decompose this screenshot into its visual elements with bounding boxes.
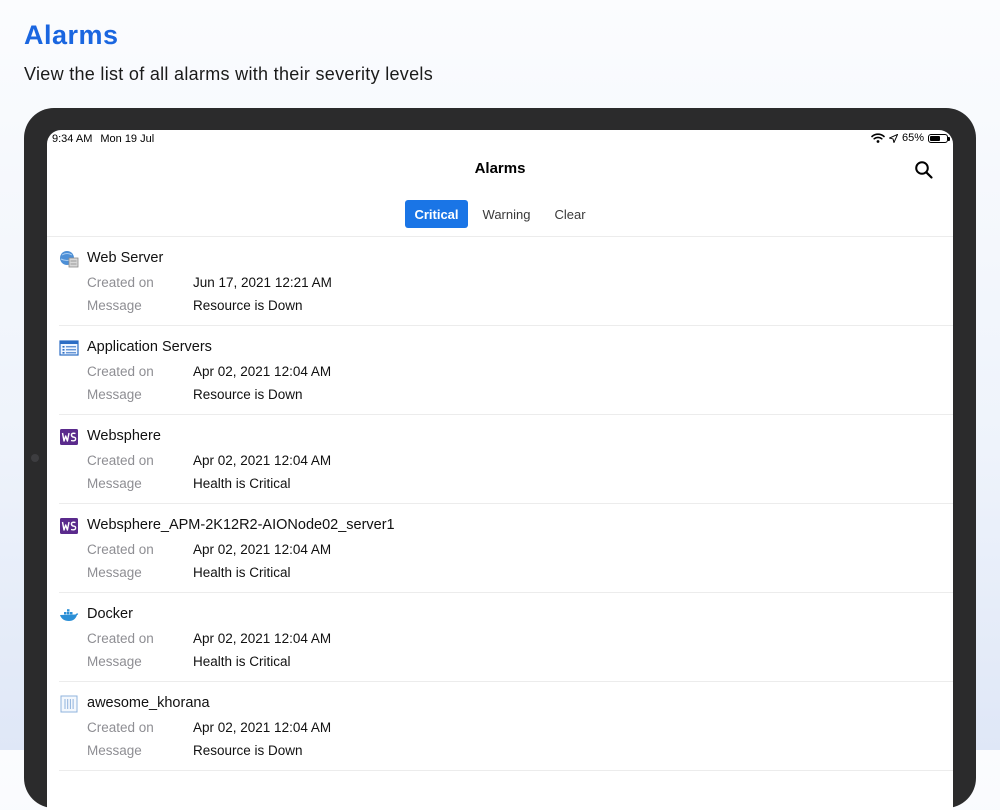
created-on-value: Apr 02, 2021 12:04 AM <box>193 631 332 646</box>
status-time: 9:34 AM <box>52 133 93 145</box>
message-label: Message <box>87 476 142 491</box>
message-label: Message <box>87 387 142 402</box>
status-date: Mon 19 Jul <box>100 133 155 145</box>
websphere-icon <box>60 518 78 534</box>
created-on-label: Created on <box>87 720 154 735</box>
web-server-icon <box>60 251 79 268</box>
created-on-value: Apr 02, 2021 12:04 AM <box>193 542 332 557</box>
message-value: Resource is Down <box>193 298 303 313</box>
alarm-item-websphere-server1[interactable]: Websphere_APM-2K12R2-AIONode02_server1 C… <box>47 504 953 593</box>
message-label: Message <box>87 654 142 669</box>
location-arrow-icon <box>888 133 898 143</box>
created-on-label: Created on <box>87 631 154 646</box>
alarm-name: Websphere <box>87 428 161 444</box>
alarm-item-awesome-khorana[interactable]: awesome_khorana Created on Apr 02, 2021 … <box>47 682 953 771</box>
message-value: Health is Critical <box>193 476 291 491</box>
nav-title: Alarms <box>474 160 526 177</box>
message-label: Message <box>87 298 142 313</box>
severity-segmented-control: Critical Warning Clear <box>47 200 953 228</box>
websphere-icon <box>60 429 78 445</box>
alarm-name: Application Servers <box>87 339 212 355</box>
camera-dot <box>31 454 39 462</box>
alarm-item-docker[interactable]: Docker Created on Apr 02, 2021 12:04 AM … <box>47 593 953 682</box>
alarm-item-application-servers[interactable]: Application Servers Created on Apr 02, 2… <box>47 326 953 415</box>
promo-subtitle: View the list of all alarms with their s… <box>24 64 434 84</box>
container-icon <box>60 695 78 713</box>
tab-clear[interactable]: Clear <box>545 200 594 228</box>
created-on-value: Apr 02, 2021 12:04 AM <box>193 364 332 379</box>
docker-icon <box>60 609 79 621</box>
alarm-item-web-server[interactable]: Web Server Created on Jun 17, 2021 12:21… <box>47 237 953 326</box>
alarm-item-websphere[interactable]: Websphere Created on Apr 02, 2021 12:04 … <box>47 415 953 504</box>
created-on-label: Created on <box>87 275 154 290</box>
wifi-icon <box>871 133 885 143</box>
message-value: Resource is Down <box>193 743 303 758</box>
created-on-value: Apr 02, 2021 12:04 AM <box>193 453 332 468</box>
alarm-list: Web Server Created on Jun 17, 2021 12:21… <box>47 237 953 771</box>
alarm-name: awesome_khorana <box>87 695 210 711</box>
message-value: Health is Critical <box>193 654 291 669</box>
battery-percent: 65% <box>901 132 924 144</box>
created-on-value: Apr 02, 2021 12:04 AM <box>193 720 332 735</box>
tablet-device-frame: 9:34 AM Mon 19 Jul 65% Alarms Critical W… <box>24 108 976 810</box>
battery-fill <box>930 135 941 141</box>
battery-icon <box>928 133 950 143</box>
created-on-label: Created on <box>87 542 154 557</box>
application-servers-icon <box>59 340 79 356</box>
search-icon <box>915 161 933 179</box>
tab-warning[interactable]: Warning <box>474 200 540 228</box>
alarm-name: Web Server <box>87 250 164 266</box>
message-label: Message <box>87 565 142 580</box>
message-value: Health is Critical <box>193 565 291 580</box>
alarm-name: Docker <box>87 606 133 622</box>
tab-critical[interactable]: Critical <box>405 200 468 228</box>
created-on-label: Created on <box>87 453 154 468</box>
promo-title: Alarms <box>24 20 119 50</box>
tablet-screen: 9:34 AM Mon 19 Jul 65% Alarms Critical W… <box>47 130 953 810</box>
created-on-label: Created on <box>87 364 154 379</box>
created-on-value: Jun 17, 2021 12:21 AM <box>193 275 332 290</box>
message-label: Message <box>87 743 142 758</box>
status-bar: 9:34 AM Mon 19 Jul 65% <box>47 130 953 148</box>
alarm-name: Websphere_APM-2K12R2-AIONode02_server1 <box>87 517 395 533</box>
search-button[interactable] <box>913 160 935 182</box>
message-value: Resource is Down <box>193 387 303 402</box>
